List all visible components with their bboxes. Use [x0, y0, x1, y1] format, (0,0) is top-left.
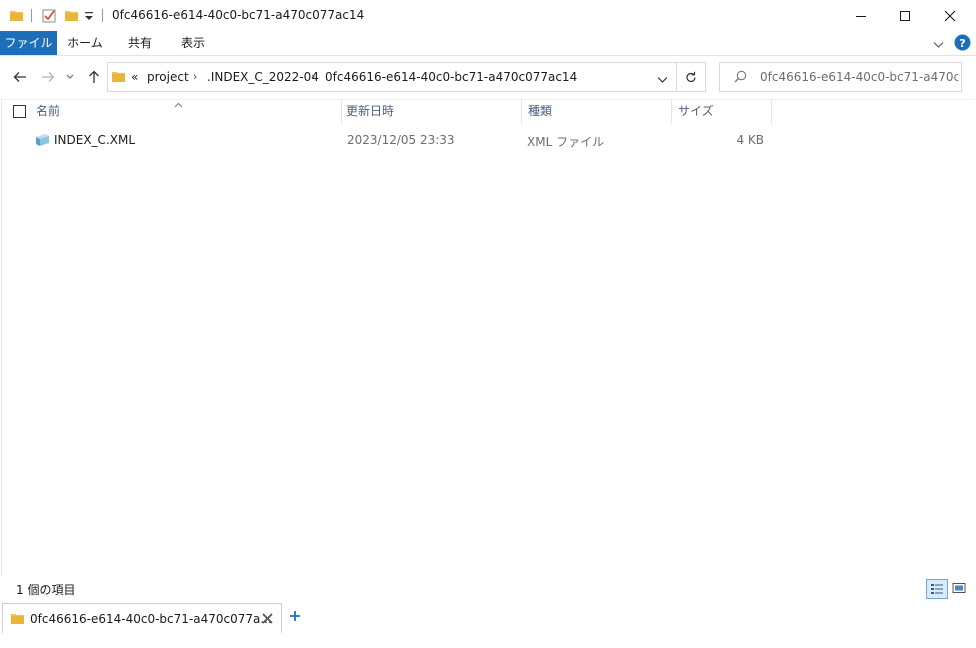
recent-locations-dropdown[interactable] [63, 67, 77, 87]
file-name[interactable]: INDEX_C.XML [54, 133, 135, 147]
window-tab-label: 0fc46616-e614-40c0-bc71-a470c077a... [30, 612, 272, 626]
folder-icon [112, 71, 125, 82]
close-icon [944, 10, 956, 21]
up-arrow-icon [89, 70, 99, 83]
column-header-modified[interactable]: 更新日時 [346, 100, 394, 124]
breadcrumb-current[interactable]: 0fc46616-e614-40c0-bc71-a470c077ac14 [325, 70, 577, 84]
folder-icon [10, 10, 23, 21]
navigation-bar: « project › .INDEX_C_2022-04 › 0fc46616-… [0, 56, 976, 99]
new-tab-button[interactable] [286, 607, 304, 625]
file-row[interactable]: INDEX_C.XML 2023/12/05 23:33 XML ファイル 4 … [2, 129, 782, 151]
minimize-button[interactable] [838, 0, 884, 31]
file-type: XML ファイル [527, 135, 605, 149]
breadcrumb-index[interactable]: .INDEX_C_2022-04 [207, 70, 319, 84]
back-arrow-icon [13, 72, 26, 82]
close-button[interactable] [927, 0, 973, 31]
chevron-down-icon [66, 74, 74, 79]
address-bar[interactable]: « project › .INDEX_C_2022-04 › 0fc46616-… [107, 62, 677, 92]
column-header-type[interactable]: 種類 [528, 100, 552, 124]
search-input[interactable]: 0fc46616-e614-40c0-bc71-a470c077... [760, 70, 958, 84]
plus-icon [290, 611, 300, 621]
search-icon [734, 70, 747, 86]
select-all-checkbox[interactable] [13, 105, 26, 118]
breadcrumb-separator-icon[interactable]: › [193, 70, 197, 83]
refresh-icon [686, 71, 696, 82]
window-title: 0fc46616-e614-40c0-bc71-a470c077ac14 [112, 8, 365, 22]
search-box[interactable]: 0fc46616-e614-40c0-bc71-a470c077... [719, 62, 962, 92]
details-view-button[interactable] [926, 579, 948, 599]
customize-toolbar-dropdown-icon[interactable] [84, 10, 94, 22]
back-button[interactable] [9, 67, 31, 87]
title-bar: 0fc46616-e614-40c0-bc71-a470c077ac14 [0, 0, 976, 31]
maximize-button[interactable] [882, 0, 928, 31]
xml-file-icon [34, 133, 50, 147]
minimize-icon [856, 15, 866, 17]
new-folder-quick-access-icon[interactable] [65, 10, 78, 21]
close-icon [261, 612, 273, 624]
properties-quick-access-icon[interactable] [42, 8, 57, 23]
refresh-button[interactable] [676, 62, 706, 92]
tab-home[interactable]: ホーム [57, 31, 113, 55]
details-view-icon [931, 584, 943, 594]
sort-ascending-icon [174, 97, 183, 111]
forward-arrow-icon [42, 72, 55, 82]
item-count: 1 個の項目 [16, 583, 76, 597]
expand-ribbon-chevron-icon[interactable] [933, 38, 944, 52]
window-tab-strip: 0fc46616-e614-40c0-bc71-a470c077a... [0, 600, 976, 648]
maximize-icon [900, 10, 910, 21]
up-button[interactable] [83, 67, 105, 87]
file-modified: 2023/12/05 23:33 [347, 133, 455, 147]
window-tab[interactable]: 0fc46616-e614-40c0-bc71-a470c077a... [2, 603, 282, 634]
breadcrumb-overflow[interactable]: « [131, 70, 138, 84]
ribbon-tabs: ファイル ホーム 共有 表示 ? [0, 31, 976, 56]
forward-button[interactable] [37, 67, 59, 87]
folder-icon [11, 613, 24, 624]
file-size: 4 KB [736, 133, 764, 147]
column-header-name[interactable]: 名前 [36, 100, 60, 124]
column-header-size[interactable]: サイズ [678, 100, 714, 124]
file-list-view: 名前 更新日時 種類 サイズ INDEX_C.XML 2023/12/05 23… [1, 99, 975, 576]
close-tab-button[interactable] [260, 611, 274, 625]
status-bar: 1 個の項目 [0, 576, 976, 600]
help-icon[interactable]: ? [954, 34, 971, 51]
large-icons-view-icon [952, 583, 966, 593]
svg-text:?: ? [959, 37, 965, 50]
tab-share[interactable]: 共有 [113, 31, 167, 55]
breadcrumb-separator-icon[interactable]: › [311, 70, 315, 83]
tab-view[interactable]: 表示 [167, 31, 219, 55]
breadcrumb-project[interactable]: project [147, 70, 189, 84]
tab-file[interactable]: ファイル [0, 31, 57, 55]
address-history-chevron-icon[interactable] [657, 73, 668, 87]
large-icons-view-button[interactable] [949, 579, 969, 597]
